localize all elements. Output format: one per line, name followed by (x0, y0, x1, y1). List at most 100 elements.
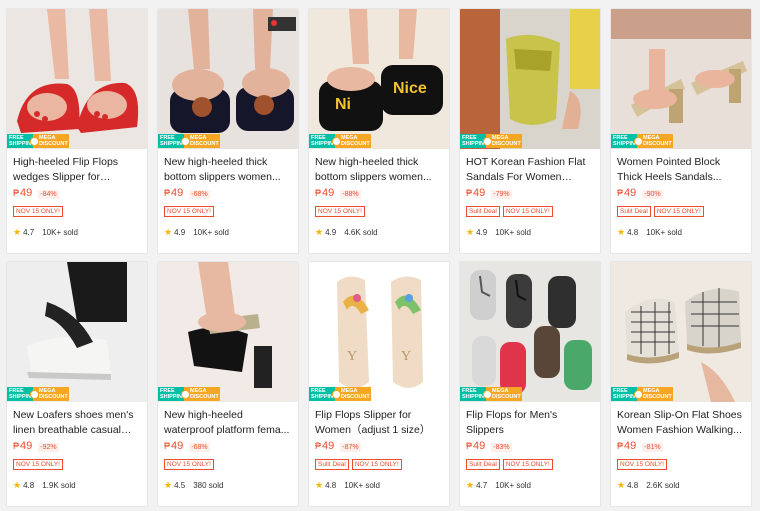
product-title[interactable]: Flip Flops Slipper for Women（adjust 1 si… (315, 408, 443, 438)
rating-value: 4.5 (174, 480, 186, 490)
rating-row: ★ 4.9 10K+ sold (466, 226, 594, 238)
promo-tags: NOV 15 ONLY! (13, 206, 141, 218)
product-title[interactable]: HOT Korean Fashion Flat Sandals For Wome… (466, 155, 594, 185)
product-price: 49 (171, 440, 184, 452)
product-image[interactable]: FREE SHIPPING MEGA DISCOUNT (460, 262, 600, 402)
discount-badge: -92% (38, 443, 59, 452)
currency-symbol: ₱ (13, 188, 20, 198)
discount-badge: -68% (189, 443, 210, 452)
svg-text:Nice: Nice (393, 80, 427, 97)
shipping-badge: FREE SHIPPING MEGA DISCOUNT (158, 134, 220, 148)
product-image[interactable]: FREE SHIPPING MEGA DISCOUNT (7, 9, 147, 149)
mega-discount-label: MEGA DISCOUNT (483, 387, 522, 401)
discount-badge: -87% (340, 443, 361, 452)
product-card[interactable]: Ni Nice FREE SHIPPING MEGA DISCOUNT New … (308, 8, 450, 254)
promo-tag: NOV 15 ONLY! (13, 459, 63, 470)
currency-symbol: ₱ (315, 441, 322, 451)
product-card[interactable]: FREE SHIPPING MEGA DISCOUNT New Loafers … (6, 261, 148, 507)
promo-tags: NOV 15 ONLY! (164, 459, 292, 471)
currency-symbol: ₱ (617, 441, 624, 451)
rating-row: ★ 4.8 10K+ sold (617, 226, 745, 238)
rating-row: ★ 4.9 10K+ sold (164, 226, 292, 238)
shipping-badge: FREE SHIPPING MEGA DISCOUNT (158, 387, 220, 401)
product-image[interactable]: FREE SHIPPING MEGA DISCOUNT (611, 9, 751, 149)
rating-row: ★ 4.8 10K+ sold (315, 479, 443, 491)
shipping-badge: FREE SHIPPING MEGA DISCOUNT (460, 387, 522, 401)
product-card[interactable]: FREE SHIPPING MEGA DISCOUNT Flip Flops f… (459, 261, 601, 507)
promo-tag: Sulit Deal (466, 459, 500, 470)
currency-symbol: ₱ (617, 188, 624, 198)
mega-discount-label: MEGA DISCOUNT (30, 387, 69, 401)
promo-tag: Sulit Deal (466, 206, 500, 217)
rating-value: 4.8 (325, 480, 337, 490)
sold-count: 10K+ sold (42, 227, 79, 237)
rating-value: 4.7 (476, 480, 488, 490)
rating-value: 4.8 (627, 480, 639, 490)
sold-count: 1.9K sold (42, 480, 76, 490)
rating-value: 4.9 (476, 227, 488, 237)
sold-count: 10K+ sold (495, 480, 532, 490)
mega-discount-label: MEGA DISCOUNT (181, 134, 220, 148)
product-price: 49 (20, 187, 33, 199)
product-title[interactable]: New Loafers shoes men's linen breathable… (13, 408, 141, 438)
product-card[interactable]: FREE SHIPPING MEGA DISCOUNT Women Pointe… (610, 8, 752, 254)
price-row: ₱ 49 -81% (617, 440, 745, 456)
promo-tag: NOV 15 ONLY! (617, 459, 667, 470)
promo-tag: NOV 15 ONLY! (653, 206, 704, 217)
price-row: ₱ 49 -92% (13, 440, 141, 456)
product-image[interactable]: FREE SHIPPING MEGA DISCOUNT (158, 9, 298, 149)
currency-symbol: ₱ (466, 441, 473, 451)
product-title[interactable]: High-heeled Flip Flops wedges Slipper fo… (13, 155, 141, 185)
discount-badge: -68% (189, 190, 210, 199)
rating-row: ★ 4.9 4.6K sold (315, 226, 443, 238)
product-card[interactable]: FREE SHIPPING MEGA DISCOUNT New high-hee… (157, 261, 299, 507)
product-image[interactable]: Y Y FREE SHIPPING MEGA DISCOUNT (309, 262, 449, 402)
svg-text:Y: Y (401, 349, 411, 364)
product-price: 49 (473, 187, 486, 199)
product-image[interactable]: FREE SHIPPING MEGA DISCOUNT (158, 262, 298, 402)
star-icon: ★ (617, 226, 626, 237)
promo-tag: NOV 15 ONLY! (164, 459, 214, 470)
promo-tag: NOV 15 ONLY! (502, 206, 553, 217)
svg-text:Y: Y (347, 349, 357, 364)
product-title[interactable]: Women Pointed Block Thick Heels Sandals.… (617, 155, 745, 185)
product-card[interactable]: FREE SHIPPING MEGA DISCOUNT Korean Slip-… (610, 261, 752, 507)
discount-badge: -79% (491, 190, 512, 199)
rating-row: ★ 4.8 1.9K sold (13, 479, 141, 491)
currency-symbol: ₱ (13, 441, 20, 451)
currency-symbol: ₱ (315, 188, 322, 198)
discount-badge: -90% (642, 190, 663, 199)
product-title[interactable]: Korean Slip-On Flat Shoes Women Fashion … (617, 408, 745, 438)
promo-tags: Sulit Deal NOV 15 ONLY! (466, 206, 594, 218)
product-image[interactable]: FREE SHIPPING MEGA DISCOUNT (7, 262, 147, 402)
mega-discount-label: MEGA DISCOUNT (30, 134, 69, 148)
mega-discount-label: MEGA DISCOUNT (634, 134, 673, 148)
sold-count: 2.6K sold (646, 480, 680, 490)
promo-tags: Sulit Deal NOV 15 ONLY! (315, 459, 443, 471)
product-grid: FREE SHIPPING MEGA DISCOUNT High-heeled … (6, 8, 754, 507)
product-card[interactable]: FREE SHIPPING MEGA DISCOUNT High-heeled … (6, 8, 148, 254)
product-title[interactable]: New high-heeled thick bottom slippers wo… (315, 155, 443, 185)
product-title[interactable]: Flip Flops for Men's Slippers (466, 408, 594, 438)
product-card[interactable]: FREE SHIPPING MEGA DISCOUNT HOT Korean F… (459, 8, 601, 254)
sold-count: 10K+ sold (193, 227, 230, 237)
product-card[interactable]: Y Y FREE SHIPPING MEGA DISCOUNT Flip Flop… (308, 261, 450, 507)
product-title[interactable]: New high-heeled waterproof platform fema… (164, 408, 292, 438)
sold-count: 4.6K sold (344, 227, 378, 237)
product-image[interactable]: FREE SHIPPING MEGA DISCOUNT (460, 9, 600, 149)
promo-tags: Sulit Deal NOV 15 ONLY! (617, 206, 745, 218)
promo-tag: NOV 15 ONLY! (164, 206, 214, 217)
mega-discount-label: MEGA DISCOUNT (332, 387, 371, 401)
promo-tag: Sulit Deal (617, 206, 651, 217)
svg-text:Ni: Ni (335, 96, 351, 113)
product-image[interactable]: Ni Nice FREE SHIPPING MEGA DISCOUNT (309, 9, 449, 149)
product-image[interactable]: FREE SHIPPING MEGA DISCOUNT (611, 262, 751, 402)
shipping-badge: FREE SHIPPING MEGA DISCOUNT (460, 134, 522, 148)
sold-count: 380 sold (193, 480, 224, 490)
price-row: ₱ 49 -83% (466, 440, 594, 456)
price-row: ₱ 49 -68% (164, 440, 292, 456)
product-title[interactable]: New high-heeled thick bottom slippers wo… (164, 155, 292, 185)
product-card[interactable]: FREE SHIPPING MEGA DISCOUNT New high-hee… (157, 8, 299, 254)
star-icon: ★ (315, 479, 324, 490)
star-icon: ★ (617, 479, 626, 490)
